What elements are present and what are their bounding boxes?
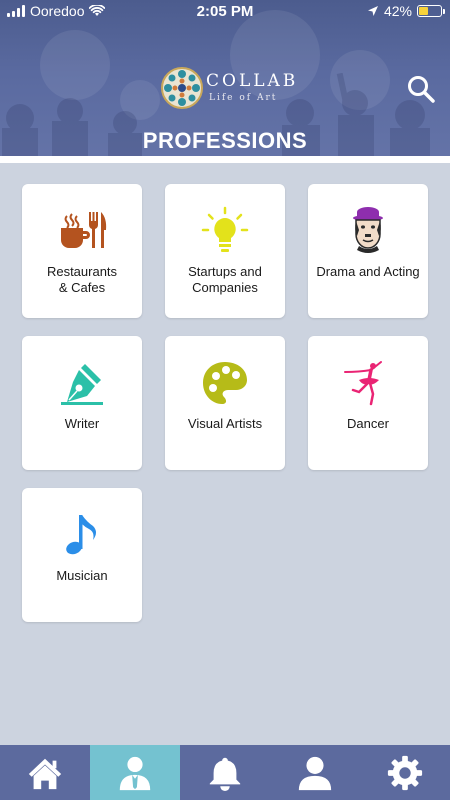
page-title: PROFESSIONS	[142, 128, 308, 153]
app-logo: COLLAB Life of Art	[160, 66, 295, 112]
profession-label: Musician	[56, 568, 108, 583]
tab-settings[interactable]	[360, 745, 450, 800]
search-icon[interactable]	[406, 74, 436, 104]
collab-emblem-icon	[161, 67, 203, 109]
tab-home[interactable]	[0, 745, 90, 800]
profession-label: Dancer	[347, 416, 389, 431]
tab-professions[interactable]	[90, 745, 180, 800]
battery-percent: 42%	[383, 3, 412, 19]
professional-person-icon	[119, 756, 151, 790]
profession-label: Startups and Companies	[188, 264, 262, 295]
profession-tile-visual-artists[interactable]: Visual Artists	[165, 336, 285, 470]
status-bar: Ooredoo 2:05 PM 42%	[0, 0, 450, 24]
gear-icon	[387, 755, 423, 790]
profession-label: Drama and Acting	[316, 264, 420, 279]
bottom-tab-bar	[0, 745, 450, 800]
brand-name: COLLAB	[206, 71, 299, 91]
profession-tile-writer[interactable]: Writer	[22, 336, 142, 470]
fountain-pen-icon	[61, 364, 103, 405]
home-icon	[28, 758, 62, 789]
chaplin-face-icon	[353, 207, 383, 253]
cup-and-cutlery-icon	[61, 212, 107, 248]
profession-tile-musician[interactable]: Musician	[22, 488, 142, 622]
profession-tile-restaurants[interactable]: Restaurants & Cafes	[22, 184, 142, 318]
profession-tile-drama[interactable]: Drama and Acting	[308, 184, 428, 318]
brand-tagline: Life of Art	[209, 93, 278, 103]
profession-tile-startups[interactable]: Startups and Companies	[165, 184, 285, 318]
lightbulb-icon	[201, 206, 249, 252]
battery-icon	[417, 5, 445, 17]
location-arrow-icon	[367, 6, 378, 16]
music-note-icon	[66, 515, 96, 555]
profession-label: Writer	[64, 416, 100, 431]
title-divider	[0, 156, 450, 163]
bell-icon	[209, 757, 241, 791]
tab-notifications[interactable]	[180, 745, 270, 800]
profession-label: Visual Artists	[187, 416, 263, 431]
ballerina-icon	[344, 361, 382, 406]
profession-tile-dancer[interactable]: Dancer	[308, 336, 428, 470]
user-icon	[298, 756, 332, 790]
tab-profile[interactable]	[270, 745, 360, 800]
paint-palette-icon	[203, 362, 247, 404]
profession-label: Restaurants & Cafes	[46, 264, 118, 295]
battery-fill	[419, 7, 428, 15]
